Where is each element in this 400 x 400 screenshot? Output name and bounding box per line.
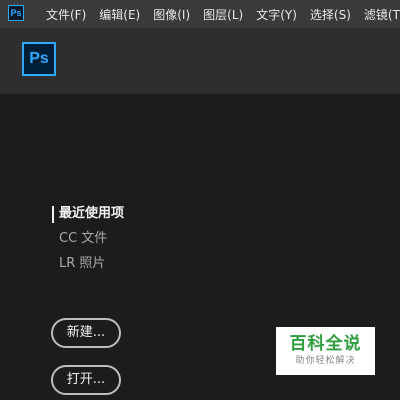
menu-layer[interactable]: 图层(L) (203, 6, 243, 23)
new-button[interactable]: 新建... (51, 318, 121, 348)
watermark-subtitle: 助你轻松解决 (295, 356, 356, 366)
menu-select[interactable]: 选择(S) (310, 6, 351, 23)
menu-image[interactable]: 图像(I) (153, 6, 190, 23)
menu-type[interactable]: 文字(Y) (256, 6, 297, 23)
menu-file[interactable]: 文件(F) (46, 6, 86, 23)
start-header: Ps (0, 28, 400, 94)
watermark-badge: 百科全说 助你轻松解决 (276, 327, 375, 375)
nav-item-recent[interactable]: 最近使用项 (52, 204, 124, 229)
menu-filter[interactable]: 滤镜(T) (364, 6, 400, 23)
photoshop-start-screen: Ps 文件(F) 编辑(E) 图像(I) 图层(L) 文字(Y) 选择(S) 滤… (0, 0, 400, 400)
photoshop-logo-icon: Ps (22, 42, 56, 76)
menu-items: 文件(F) 编辑(E) 图像(I) 图层(L) 文字(Y) 选择(S) 滤镜(T… (46, 0, 400, 28)
nav-item-cc-files[interactable]: CC 文件 (52, 229, 124, 254)
open-button[interactable]: 打开... (51, 365, 121, 395)
start-nav: 最近使用项 CC 文件 LR 照片 (52, 204, 124, 279)
photoshop-app-icon[interactable]: Ps (8, 5, 24, 21)
menu-edit[interactable]: 编辑(E) (99, 6, 140, 23)
menu-bar: Ps 文件(F) 编辑(E) 图像(I) 图层(L) 文字(Y) 选择(S) 滤… (0, 0, 400, 28)
nav-item-lr-photos[interactable]: LR 照片 (52, 254, 124, 279)
watermark-title: 百科全说 (289, 334, 362, 354)
